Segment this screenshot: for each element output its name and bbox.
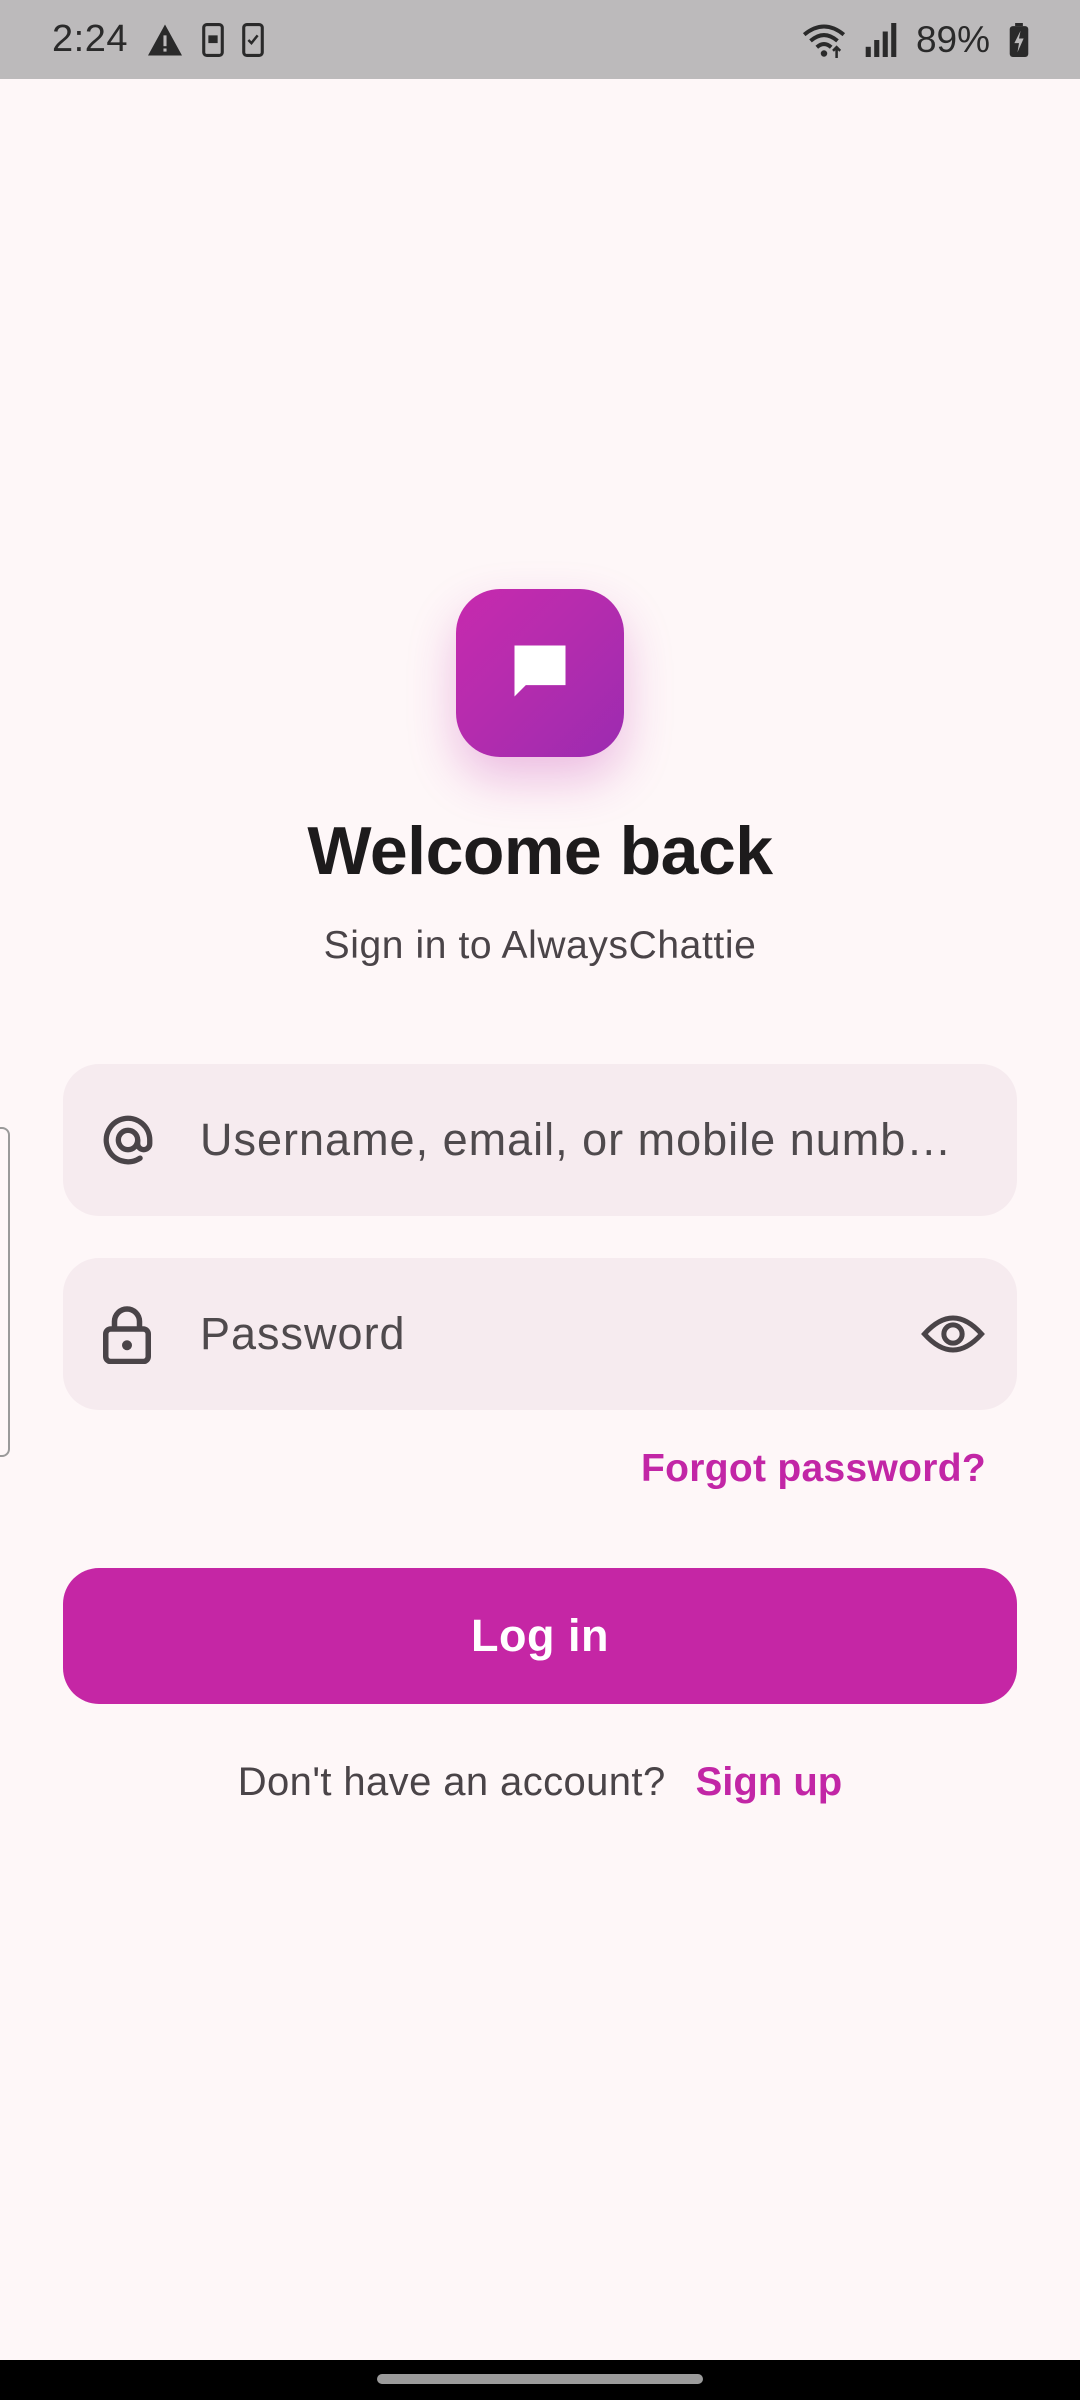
app-logo: [456, 589, 624, 757]
username-input[interactable]: [200, 1064, 969, 1216]
eye-icon[interactable]: [921, 1312, 985, 1356]
signup-prompt: Don't have an account?: [237, 1760, 666, 1804]
warning-icon: [146, 23, 184, 57]
navigation-bar: [0, 2360, 1080, 2400]
status-time: 2:24: [52, 18, 128, 60]
home-gesture-handle[interactable]: [377, 2374, 703, 2384]
page-title: Welcome back: [307, 813, 773, 889]
phone-check-icon: [242, 22, 264, 57]
signup-row: Don't have an account? Sign up: [0, 1760, 1080, 1805]
status-bar: 2:24 89%: [0, 0, 1080, 79]
wifi-icon: [802, 22, 846, 58]
at-sign-icon: [99, 1111, 157, 1169]
password-input[interactable]: [200, 1258, 877, 1410]
page-subtitle: Sign in to AlwaysChattie: [323, 924, 757, 967]
password-field-container[interactable]: [63, 1258, 1017, 1410]
status-left: 2:24: [52, 18, 264, 61]
signup-link[interactable]: Sign up: [696, 1760, 843, 1805]
battery-charging-icon: [1008, 22, 1030, 57]
status-right: 89%: [802, 19, 1030, 61]
login-screen: 2:24 89% Welcome back Sign in to AlwaysC…: [0, 0, 1080, 2400]
signal-icon: [864, 22, 898, 57]
lock-icon: [99, 1304, 155, 1364]
login-button[interactable]: Log in: [63, 1568, 1017, 1704]
edge-panel-handle[interactable]: [0, 1127, 10, 1457]
forgot-password-link[interactable]: Forgot password?: [641, 1447, 986, 1491]
chat-bubble-icon: [506, 637, 574, 710]
username-field-container[interactable]: [63, 1064, 1017, 1216]
battery-percent: 89%: [915, 18, 990, 60]
phone-notification-icon: [202, 22, 224, 57]
